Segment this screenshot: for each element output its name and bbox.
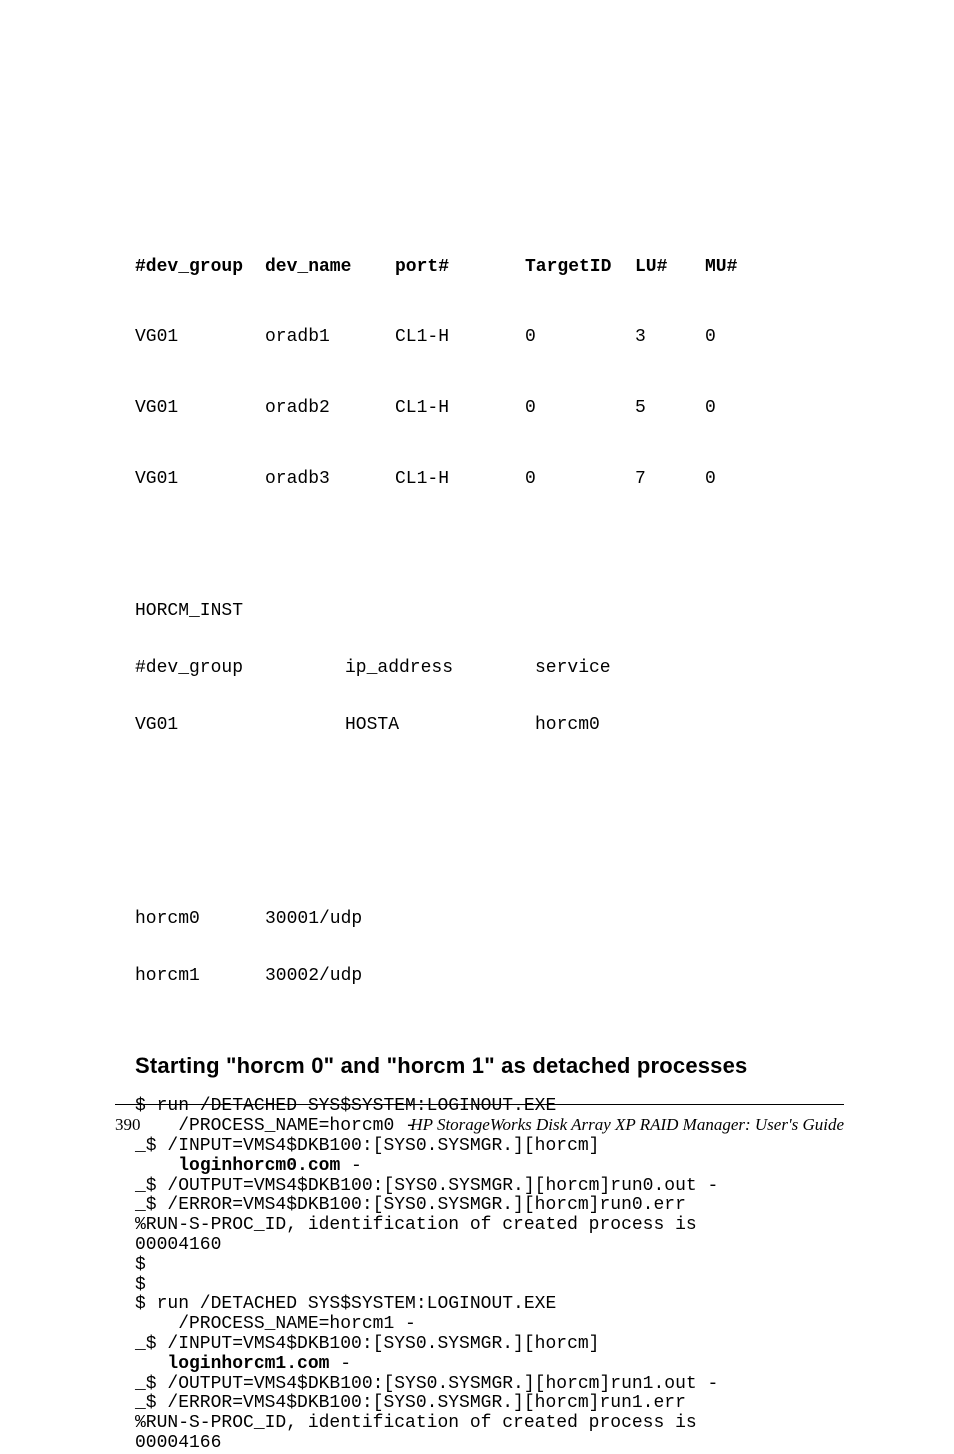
cell-dev-group: VG01 [135, 399, 265, 418]
section-heading: Starting "horcm 0" and "horcm 1" as deta… [135, 1053, 844, 1079]
col-dev-name: dev_name [265, 258, 395, 277]
cell-target-id: 0 [525, 328, 635, 347]
col-port: port# [395, 258, 525, 277]
code-bold-loginhorcm0: loginhorcm0.com [178, 1156, 340, 1176]
cell-port: CL1-H [395, 470, 525, 489]
inst-cell-dev-group: VG01 [135, 716, 345, 735]
code-line: _$ /ERROR=VMS4$DKB100:[SYS0.SYSMGR.][hor… [135, 1195, 686, 1215]
cell-port: CL1-H [395, 328, 525, 347]
cell-dev-name: oradb2 [265, 399, 395, 418]
code-line: _$ /INPUT=VMS4$DKB100:[SYS0.SYSMGR.][hor… [135, 1334, 599, 1354]
code-line: $ [135, 1255, 146, 1275]
col-dev-group: #dev_group [135, 258, 265, 277]
code-line: _$ /INPUT=VMS4$DKB100:[SYS0.SYSMGR.][hor… [135, 1136, 599, 1156]
port-cell-name: horcm1 [135, 967, 265, 986]
device-table-header: #dev_group dev_name port# TargetID LU# M… [135, 258, 844, 277]
code-block: $ run /DETACHED SYS$SYSTEM:LOGINOUT.EXE … [135, 1097, 844, 1453]
table-row: VG01 oradb3 CL1-H 0 7 0 [135, 470, 844, 489]
code-line: - [329, 1354, 351, 1374]
code-line: %RUN-S-PROC_ID, identification of create… [135, 1413, 697, 1433]
horcm-inst-row: VG01 HOSTA horcm0 [135, 716, 844, 735]
col-lu: LU# [635, 258, 705, 277]
port-cell-port: 30002/udp [265, 967, 415, 986]
cell-target-id: 0 [525, 399, 635, 418]
page-number: 390 [115, 1115, 141, 1135]
code-bold-loginhorcm1: loginhorcm1.com [167, 1354, 329, 1374]
inst-col-dev-group: #dev_group [135, 659, 345, 678]
code-line: $ [135, 1275, 146, 1295]
code-line [135, 1156, 178, 1176]
table-row: VG01 oradb1 CL1-H 0 3 0 [135, 328, 844, 347]
port-cell-name: horcm0 [135, 910, 265, 929]
page-footer: 390 HP StorageWorks Disk Array XP RAID M… [115, 1104, 844, 1135]
code-line: %RUN-S-PROC_ID, identification of create… [135, 1215, 697, 1235]
cell-dev-name: oradb3 [265, 470, 395, 489]
cell-port: CL1-H [395, 399, 525, 418]
cell-lu: 5 [635, 399, 705, 418]
code-line: 00004160 [135, 1235, 221, 1255]
port-cell-port: 30001/udp [265, 910, 415, 929]
inst-col-service: service [535, 659, 655, 678]
horcm-inst-block: HORCM_INST #dev_group ip_address service… [135, 564, 844, 772]
cell-dev-group: VG01 [135, 470, 265, 489]
code-line: _$ /OUTPUT=VMS4$DKB100:[SYS0.SYSMGR.][ho… [135, 1176, 718, 1196]
code-line: _$ /OUTPUT=VMS4$DKB100:[SYS0.SYSMGR.][ho… [135, 1374, 718, 1394]
code-line: /PROCESS_NAME=horcm1 - [135, 1314, 416, 1334]
port-row: horcm1 30002/udp [135, 967, 844, 986]
horcm-inst-header: #dev_group ip_address service [135, 659, 844, 678]
cell-mu: 0 [705, 470, 755, 489]
code-line: - [340, 1156, 362, 1176]
inst-cell-service: horcm0 [535, 716, 655, 735]
table-row: VG01 oradb2 CL1-H 0 5 0 [135, 399, 844, 418]
code-line: _$ /ERROR=VMS4$DKB100:[SYS0.SYSMGR.][hor… [135, 1393, 686, 1413]
doc-title: HP StorageWorks Disk Array XP RAID Manag… [410, 1115, 844, 1135]
inst-cell-ip: HOSTA [345, 716, 535, 735]
horcm-inst-title: HORCM_INST [135, 602, 844, 621]
cell-lu: 3 [635, 328, 705, 347]
code-line: 00004166 [135, 1433, 221, 1453]
cell-mu: 0 [705, 399, 755, 418]
cell-target-id: 0 [525, 470, 635, 489]
code-line: $ run /DETACHED SYS$SYSTEM:LOGINOUT.EXE [135, 1294, 556, 1314]
port-row: horcm0 30001/udp [135, 910, 844, 929]
cell-lu: 7 [635, 470, 705, 489]
col-mu: MU# [705, 258, 755, 277]
col-target-id: TargetID [525, 258, 635, 277]
cell-dev-name: oradb1 [265, 328, 395, 347]
port-listing: horcm0 30001/udp horcm1 30002/udp [135, 872, 844, 1023]
cell-mu: 0 [705, 328, 755, 347]
device-table: #dev_group dev_name port# TargetID LU# M… [135, 220, 844, 540]
cell-dev-group: VG01 [135, 328, 265, 347]
inst-col-ip: ip_address [345, 659, 535, 678]
code-line [135, 1354, 167, 1374]
